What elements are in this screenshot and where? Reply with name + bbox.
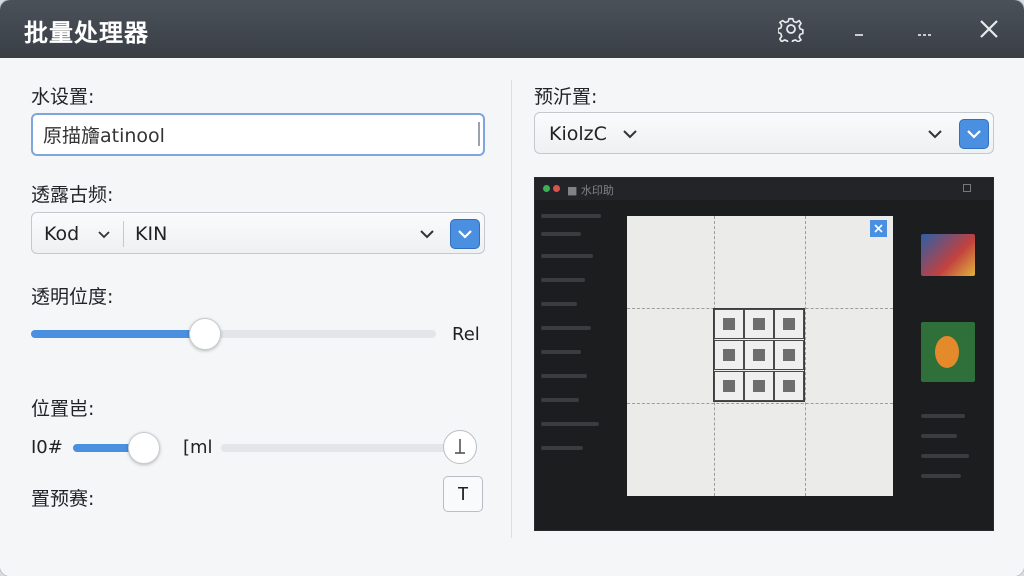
preview-panel-row (921, 414, 965, 418)
preset-select[interactable]: KiolzC (534, 112, 994, 154)
preview-thumbnail (921, 322, 975, 382)
anchor-icon (753, 318, 765, 330)
chevron-down-icon (458, 230, 472, 239)
anchor-icon (783, 349, 795, 361)
anchor-icon (723, 318, 735, 330)
anchor-bottom-center[interactable] (744, 371, 774, 401)
anchor-bottom-right[interactable] (774, 371, 804, 401)
position-mid-text: [ml (183, 437, 213, 458)
preset-select-value: KiolzC (549, 123, 607, 145)
preview-sidebar-row (541, 446, 583, 450)
format-left-value: Kod (44, 223, 80, 245)
preview-app-title: ■ 水印助 (567, 184, 614, 197)
position-slider-b-thumb[interactable] (443, 430, 477, 464)
settings-button[interactable] (774, 12, 808, 46)
app-logo-icon (553, 185, 560, 192)
preview-sidebar-row (541, 350, 581, 354)
format-right-value: KIN (135, 223, 168, 245)
gear-icon (778, 17, 804, 42)
preview-sidebar-row (541, 278, 585, 282)
close-icon (874, 224, 883, 233)
preview-sidebar-row (541, 302, 577, 306)
opacity-slider-fill (31, 330, 206, 338)
preview-sidebar-row (541, 374, 587, 378)
watermark-text-input[interactable] (31, 113, 485, 156)
position-slider-a-thumb[interactable] (127, 432, 160, 464)
chevron-down-icon (98, 231, 110, 239)
guide-line-horizontal (627, 403, 893, 404)
guide-line-vertical (805, 216, 806, 496)
preset-dropdown-button[interactable] (959, 119, 989, 149)
preview-thumbnail-image (935, 336, 959, 368)
text-caret (478, 122, 480, 146)
chevron-down-icon (623, 130, 637, 139)
preview-color-swatch (921, 234, 975, 276)
preview-right-panel (915, 218, 985, 508)
opacity-slider[interactable] (31, 330, 436, 338)
window-title: 批量处理器 (24, 19, 149, 47)
preview-window-icon (963, 184, 971, 192)
preview-panel-row (921, 474, 961, 478)
minimize-button[interactable] (842, 12, 876, 46)
preset-select-label: 预沂置: (534, 86, 598, 108)
minimize-icon (855, 34, 863, 36)
anchor-icon (753, 380, 765, 392)
main-content: 水设置: 透露古频: Kod KIN 透明位度: Rel 位置 (0, 58, 1024, 576)
title-bar: 批量处理器 (0, 0, 1024, 58)
preview-panel-row (921, 454, 969, 458)
chevron-down-icon (928, 130, 942, 139)
opacity-label: 透明位度: (31, 286, 114, 308)
anchor-bottom-left[interactable] (714, 371, 744, 401)
transparency-label: 透露古频: (31, 184, 114, 206)
preview-sidebar-row (541, 214, 601, 218)
anchor-top-left[interactable] (714, 309, 744, 339)
watermark-preview[interactable]: ■ 水印助 (534, 177, 994, 531)
watermark-label: 水设置: (31, 86, 95, 108)
format-select[interactable]: Kod KIN (31, 212, 485, 254)
position-left-text: I0# (31, 437, 63, 458)
app-logo-icon (543, 185, 550, 192)
preview-panel-row (921, 434, 957, 438)
anchor-top-center[interactable] (744, 309, 774, 339)
opacity-slider-thumb[interactable] (189, 318, 222, 350)
preview-canvas[interactable] (627, 216, 893, 496)
close-button[interactable] (972, 12, 1006, 46)
panel-divider (511, 80, 512, 538)
position-slider-b[interactable] (221, 444, 461, 452)
text-tool-button[interactable]: T (443, 476, 483, 512)
text-tool-label: T (457, 483, 469, 505)
maximize-button[interactable] (908, 12, 942, 46)
select-separator (123, 221, 124, 247)
preview-sidebar-row (541, 254, 593, 258)
anchor-top-right[interactable] (774, 309, 804, 339)
chevron-down-icon (420, 230, 434, 239)
anchor-icon (723, 380, 735, 392)
preset-label: 置预赛: (31, 488, 95, 510)
preview-sidebar-row (541, 326, 591, 330)
anchor-middle-right[interactable] (774, 340, 804, 370)
preview-sidebar-row (541, 232, 581, 236)
anchor-icon (723, 349, 735, 361)
batch-processor-window: 批量处理器 水设置: 透 (0, 0, 1024, 576)
canvas-close-button[interactable] (870, 220, 887, 237)
anchor-center[interactable] (744, 340, 774, 370)
preview-app-topbar: ■ 水印助 (535, 178, 993, 200)
chevron-down-icon (967, 130, 981, 139)
format-dropdown-button[interactable] (450, 219, 480, 249)
anchor-icon (783, 318, 795, 330)
preview-sidebar-row (541, 422, 599, 426)
position-anchor-grid (713, 308, 805, 402)
close-icon (980, 20, 998, 38)
down-arrow-icon (455, 439, 465, 454)
anchor-middle-left[interactable] (714, 340, 744, 370)
preview-sidebar-row (541, 398, 579, 402)
anchor-icon (783, 380, 795, 392)
preview-sidebar (541, 208, 621, 508)
maximize-icon (918, 34, 932, 36)
anchor-icon (753, 349, 765, 361)
position-label: 位置岜: (31, 398, 95, 420)
opacity-end-text: Rel (452, 324, 480, 345)
